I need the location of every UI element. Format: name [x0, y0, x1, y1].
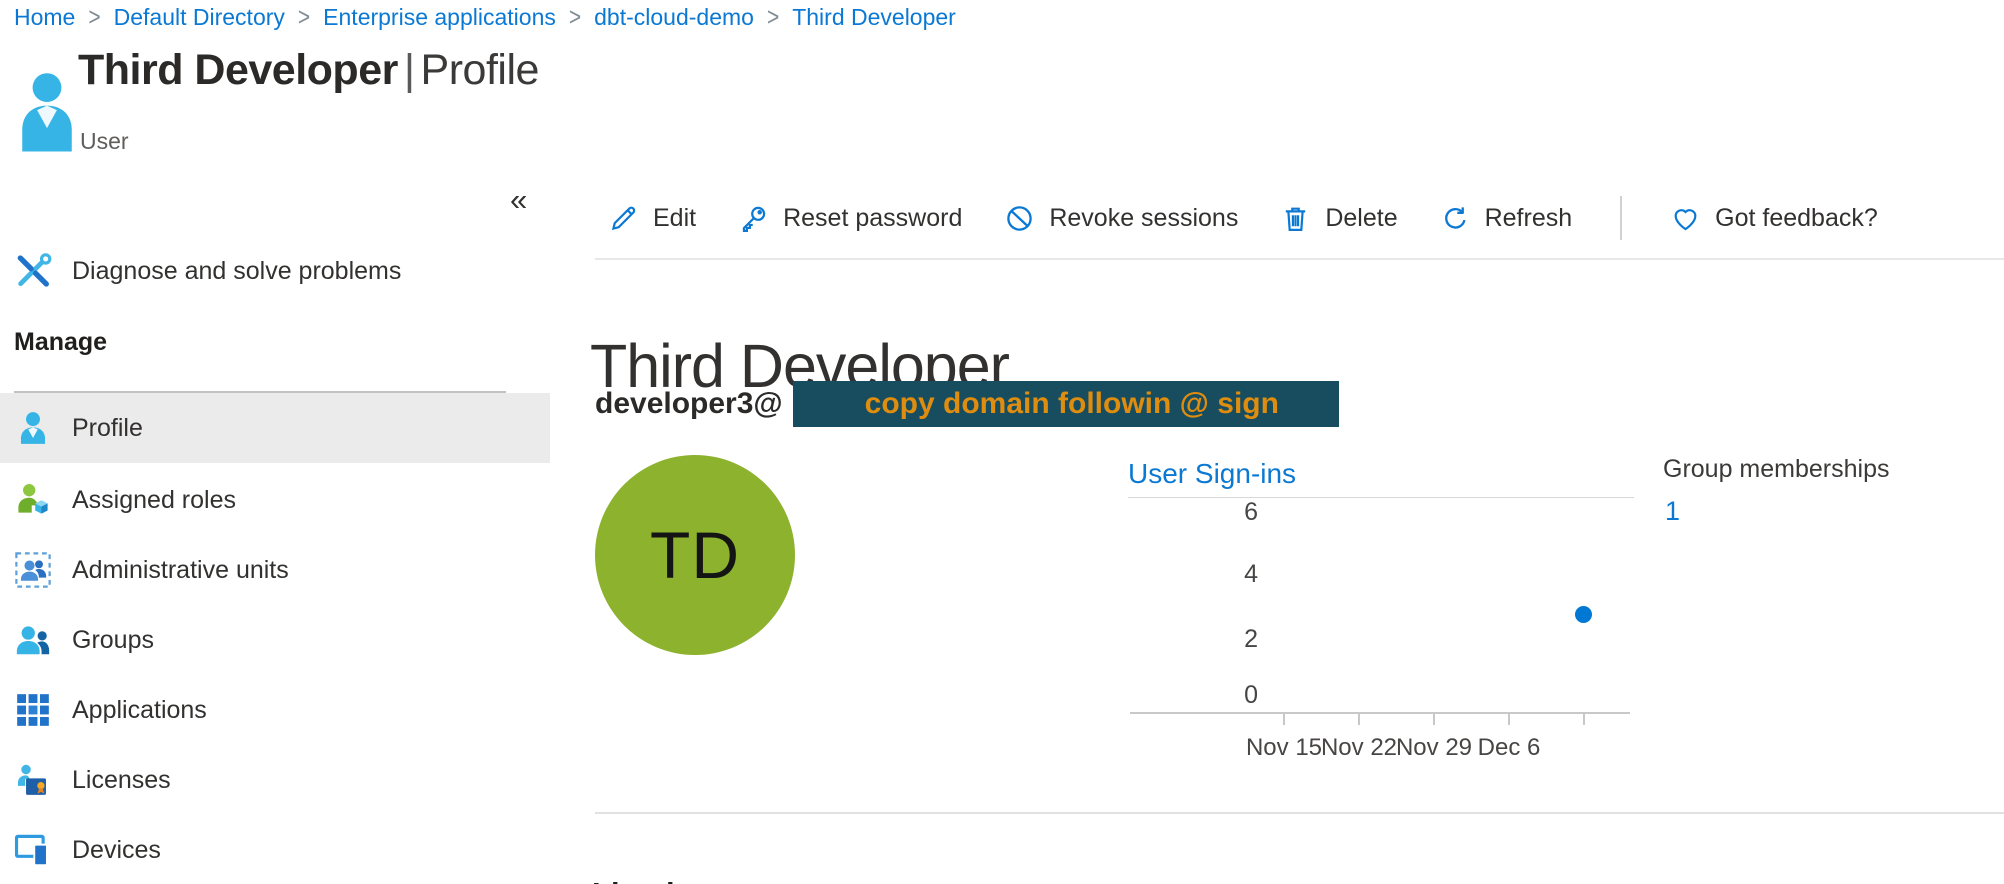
y-axis-tick-label: 2 — [1198, 625, 1258, 654]
sidebar-collapse-icon[interactable]: « — [510, 184, 527, 215]
administrative-units-icon — [14, 551, 52, 589]
toolbar-separator — [1620, 196, 1622, 240]
refresh-icon — [1440, 203, 1471, 234]
page-title-section: Profile — [421, 46, 539, 94]
pencil-icon — [608, 203, 639, 234]
applications-grid-icon — [14, 691, 52, 729]
sidebar-section-manage: Manage — [14, 328, 107, 357]
avatar: TD — [595, 455, 795, 655]
trash-icon — [1280, 203, 1311, 234]
page-title: Third Developer|Profile — [78, 46, 539, 95]
page-title-name: Third Developer — [78, 46, 398, 94]
toolbar-button-label: Edit — [653, 204, 696, 233]
chevron-right-icon: > — [767, 3, 779, 33]
user-sign-ins-chart: User Sign-ins 6 4 2 0 Nov 15 Nov 22 Nov … — [1128, 458, 1634, 770]
command-bar: Edit Reset password Revoke sessions — [608, 192, 1878, 244]
refresh-button[interactable]: Refresh — [1440, 203, 1573, 234]
key-icon — [738, 203, 769, 234]
sidebar-item-label: Groups — [72, 626, 154, 655]
toolbar-button-label: Got feedback? — [1715, 204, 1878, 233]
sidebar-item-label: Assigned roles — [72, 486, 236, 515]
diagnose-tools-icon — [14, 252, 52, 290]
assigned-roles-icon — [14, 481, 52, 519]
azure-user-profile-screen: Home > Default Directory > Enterprise ap… — [0, 0, 2004, 884]
sign-in-data-point — [1575, 606, 1592, 623]
identity-section-heading: Identity — [592, 876, 702, 884]
group-memberships-count-link[interactable]: 1 — [1665, 496, 1680, 527]
breadcrumb-home[interactable]: Home — [14, 4, 75, 31]
got-feedback-button[interactable]: Got feedback? — [1670, 203, 1878, 234]
sidebar-item-label: Administrative units — [72, 556, 289, 585]
profile-person-icon — [14, 409, 52, 447]
section-divider — [595, 812, 2004, 814]
toolbar-button-label: Reset password — [783, 204, 962, 233]
breadcrumb-third-developer[interactable]: Third Developer — [792, 4, 956, 31]
toolbar-divider — [595, 258, 2004, 260]
sidebar: « Diagnose and solve problems Manage Pro… — [0, 150, 550, 884]
sidebar-item-devices[interactable]: Devices — [0, 815, 550, 884]
user-principal-name: developer3@ copy domain followin @ sign — [595, 381, 1339, 427]
heart-icon — [1670, 203, 1701, 234]
x-axis-tick — [1508, 714, 1510, 725]
chevron-right-icon: > — [569, 3, 581, 33]
edit-button[interactable]: Edit — [608, 203, 696, 234]
x-axis-tick — [1583, 714, 1585, 725]
y-axis-tick-label: 0 — [1198, 681, 1258, 710]
toolbar-button-label: Revoke sessions — [1049, 204, 1238, 233]
username-prefix: developer3@ — [595, 387, 783, 421]
sidebar-item-label: Devices — [72, 836, 161, 865]
sidebar-item-licenses[interactable]: Licenses — [0, 745, 550, 815]
sidebar-item-administrative-units[interactable]: Administrative units — [0, 535, 550, 605]
groups-icon — [14, 621, 52, 659]
x-axis-tick — [1358, 714, 1360, 725]
sidebar-item-label: Diagnose and solve problems — [72, 257, 401, 286]
delete-button[interactable]: Delete — [1280, 203, 1397, 234]
y-axis-tick-label: 4 — [1198, 560, 1258, 589]
toolbar-button-label: Delete — [1325, 204, 1397, 233]
x-axis-tick-label: Dec 6 — [1454, 734, 1564, 762]
sidebar-item-applications[interactable]: Applications — [0, 675, 550, 745]
chart-title-link[interactable]: User Sign-ins — [1128, 458, 1296, 490]
toolbar-button-label: Refresh — [1485, 204, 1573, 233]
user-avatar-icon — [20, 70, 74, 152]
page-title-separator: | — [398, 46, 421, 94]
devices-icon — [14, 831, 52, 869]
sidebar-item-groups[interactable]: Groups — [0, 605, 550, 675]
sidebar-item-assigned-roles[interactable]: Assigned roles — [0, 465, 550, 535]
sidebar-item-label: Licenses — [72, 766, 171, 795]
licenses-icon — [14, 761, 52, 799]
chevron-right-icon: > — [88, 3, 100, 33]
reset-password-button[interactable]: Reset password — [738, 203, 962, 234]
sidebar-item-label: Profile — [72, 414, 143, 443]
revoke-sessions-button[interactable]: Revoke sessions — [1004, 203, 1238, 234]
breadcrumb-default-directory[interactable]: Default Directory — [114, 4, 285, 31]
sidebar-item-label: Applications — [72, 696, 207, 725]
breadcrumb: Home > Default Directory > Enterprise ap… — [14, 4, 956, 31]
block-icon — [1004, 203, 1035, 234]
x-axis-line — [1130, 712, 1630, 714]
domain-redaction-overlay: copy domain followin @ sign — [793, 381, 1339, 427]
breadcrumb-enterprise-applications[interactable]: Enterprise applications — [323, 4, 556, 31]
x-axis-tick — [1283, 714, 1285, 725]
group-memberships-label: Group memberships — [1663, 455, 1889, 484]
sidebar-item-diagnose-and-solve-problems[interactable]: Diagnose and solve problems — [0, 238, 550, 304]
sidebar-item-profile[interactable]: Profile — [0, 393, 550, 463]
y-axis-tick-label: 6 — [1198, 498, 1258, 527]
chevron-right-icon: > — [298, 3, 310, 33]
x-axis-tick — [1433, 714, 1435, 725]
breadcrumb-dbt-cloud-demo[interactable]: dbt-cloud-demo — [594, 4, 754, 31]
